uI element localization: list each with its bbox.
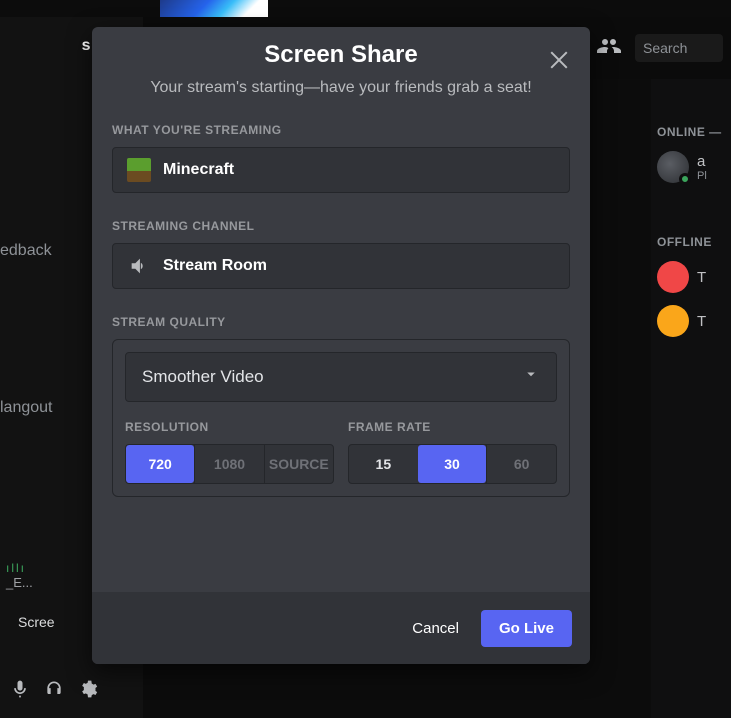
streaming-source-field[interactable]: Minecraft: [112, 147, 570, 193]
modal-footer: Cancel Go Live: [92, 592, 590, 664]
resolution-option-source[interactable]: SOURCE: [264, 445, 333, 483]
quality-preset-value: Smoother Video: [142, 367, 264, 387]
resolution-segmented: 720 1080 SOURCE: [125, 444, 334, 484]
resolution-option-720[interactable]: 720: [126, 445, 194, 483]
chevron-down-icon: [522, 365, 540, 388]
resolution-label: Resolution: [125, 420, 334, 434]
close-icon[interactable]: [546, 47, 572, 73]
screen-share-modal: Screen Share Your stream's starting—have…: [92, 27, 590, 664]
cancel-button[interactable]: Cancel: [412, 620, 459, 637]
framerate-option-30[interactable]: 30: [418, 445, 487, 483]
framerate-segmented: 15 30 60: [348, 444, 557, 484]
streaming-channel-value: Stream Room: [163, 257, 267, 275]
minecraft-icon: [127, 158, 151, 182]
quality-group: Smoother Video Resolution 720 1080 SOURC…: [112, 339, 570, 497]
framerate-label: Frame Rate: [348, 420, 557, 434]
quality-preset-dropdown[interactable]: Smoother Video: [125, 352, 557, 402]
modal-backdrop: Screen Share Your stream's starting—have…: [0, 0, 731, 718]
resolution-option-1080[interactable]: 1080: [194, 445, 263, 483]
modal-subtitle: Your stream's starting—have your friends…: [132, 77, 550, 99]
streaming-label: What You're Streaming: [112, 123, 570, 137]
framerate-option-60[interactable]: 60: [486, 445, 556, 483]
channel-label: Streaming Channel: [112, 219, 570, 233]
quality-label: Stream Quality: [112, 315, 570, 329]
streaming-source-value: Minecraft: [163, 161, 234, 179]
modal-title: Screen Share: [92, 41, 590, 69]
speaker-icon: [127, 254, 151, 278]
go-live-button[interactable]: Go Live: [481, 610, 572, 647]
streaming-channel-field[interactable]: Stream Room: [112, 243, 570, 289]
framerate-option-15[interactable]: 15: [349, 445, 418, 483]
